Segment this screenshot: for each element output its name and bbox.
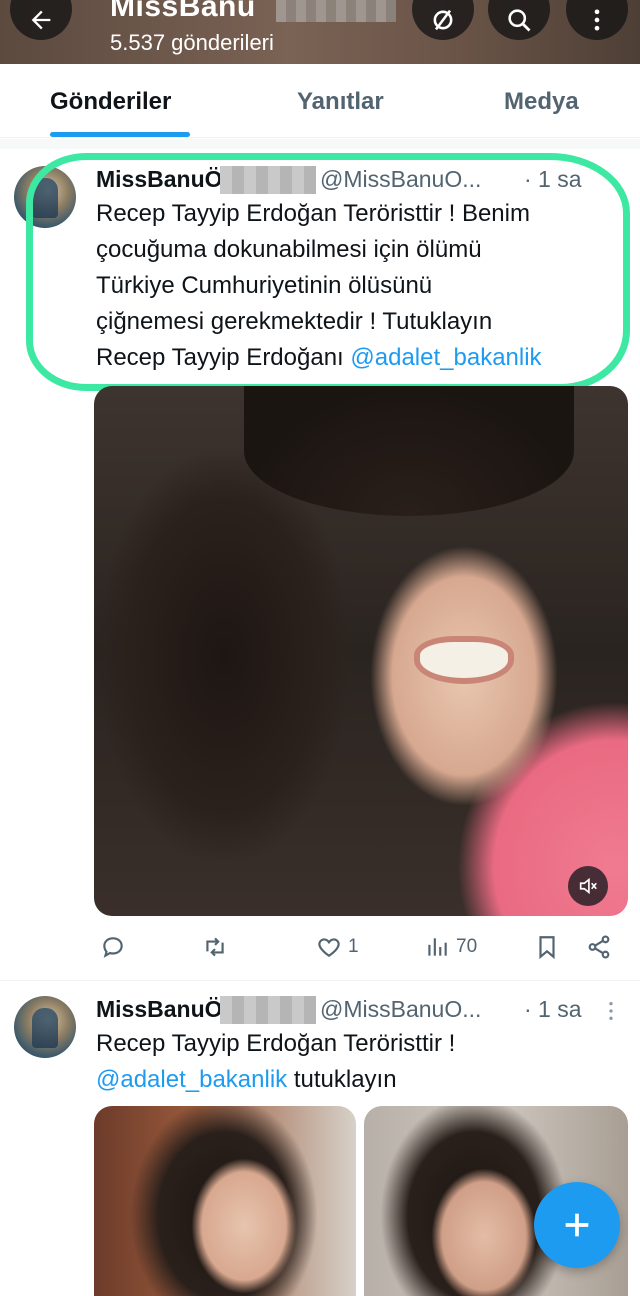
like-count: 1 [348, 936, 359, 957]
highlight-annotation [26, 153, 630, 391]
tweet-author-name[interactable]: MissBanuÖ [96, 996, 223, 1023]
profile-header: MissBanu 5.537 gönderileri [0, 0, 640, 64]
profile-tabs: Gönderiler Yanıtlar Medya [0, 64, 640, 138]
bar-chart-icon [428, 938, 447, 956]
repost-button[interactable] [202, 934, 228, 960]
bookmark-button[interactable] [534, 934, 560, 960]
tab-posts[interactable]: Gönderiler [50, 88, 171, 116]
more-vertical-icon [609, 1002, 613, 1020]
more-vertical-icon [594, 9, 600, 31]
active-tab-indicator [50, 132, 190, 137]
tweet-text: Recep Tayyip Erdoğan Teröristtir ! @adal… [96, 1026, 626, 1098]
like-button[interactable]: 1 [316, 934, 359, 960]
tweet-time[interactable]: · 1 sa [524, 996, 582, 1023]
reply-icon [103, 937, 123, 958]
bookmark-icon [539, 936, 555, 960]
profile-name: MissBanu [110, 0, 256, 23]
section-divider [0, 139, 640, 149]
back-button[interactable] [10, 0, 72, 40]
video-mute-button[interactable] [568, 866, 608, 906]
speaker-muted-icon [579, 877, 597, 895]
tweet-actions: 1 70 [94, 930, 628, 970]
tweet-more-button[interactable] [608, 1000, 614, 1027]
compose-button[interactable] [534, 1182, 620, 1268]
avatar[interactable] [14, 996, 76, 1058]
name-redaction [276, 0, 396, 22]
repost-icon [206, 937, 224, 957]
tab-media[interactable]: Medya [504, 88, 579, 116]
post-count: 5.537 gönderileri [110, 30, 274, 55]
share-button[interactable] [586, 934, 612, 960]
more-button[interactable] [566, 0, 628, 40]
mention-link[interactable]: @adalet_bakanlik [96, 1066, 287, 1093]
tweet-video[interactable] [94, 386, 628, 916]
tab-replies[interactable]: Yanıtlar [297, 88, 384, 116]
reply-button[interactable] [100, 934, 126, 960]
view-count: 70 [456, 936, 478, 957]
views-button[interactable]: 70 [424, 934, 477, 960]
name-redaction [220, 996, 316, 1024]
plus-icon [565, 1213, 589, 1237]
tweet-image[interactable] [94, 1106, 356, 1296]
tweet-text-line: @adalet_bakanlik tutuklayın [96, 1062, 626, 1098]
share-icon [588, 935, 610, 959]
heart-icon [318, 938, 340, 957]
tweet-author-handle[interactable]: @MissBanuO... [320, 996, 481, 1023]
tweet-text-line: Recep Tayyip Erdoğan Teröristtir ! [96, 1030, 456, 1057]
circle-slash-icon [433, 9, 453, 31]
mute-profile-button[interactable] [412, 0, 474, 40]
search-icon [508, 9, 531, 32]
search-button[interactable] [488, 0, 550, 40]
tweet-text-segment: tutuklayın [287, 1066, 397, 1093]
tweet-divider [0, 980, 640, 981]
arrow-left-icon [31, 10, 51, 30]
